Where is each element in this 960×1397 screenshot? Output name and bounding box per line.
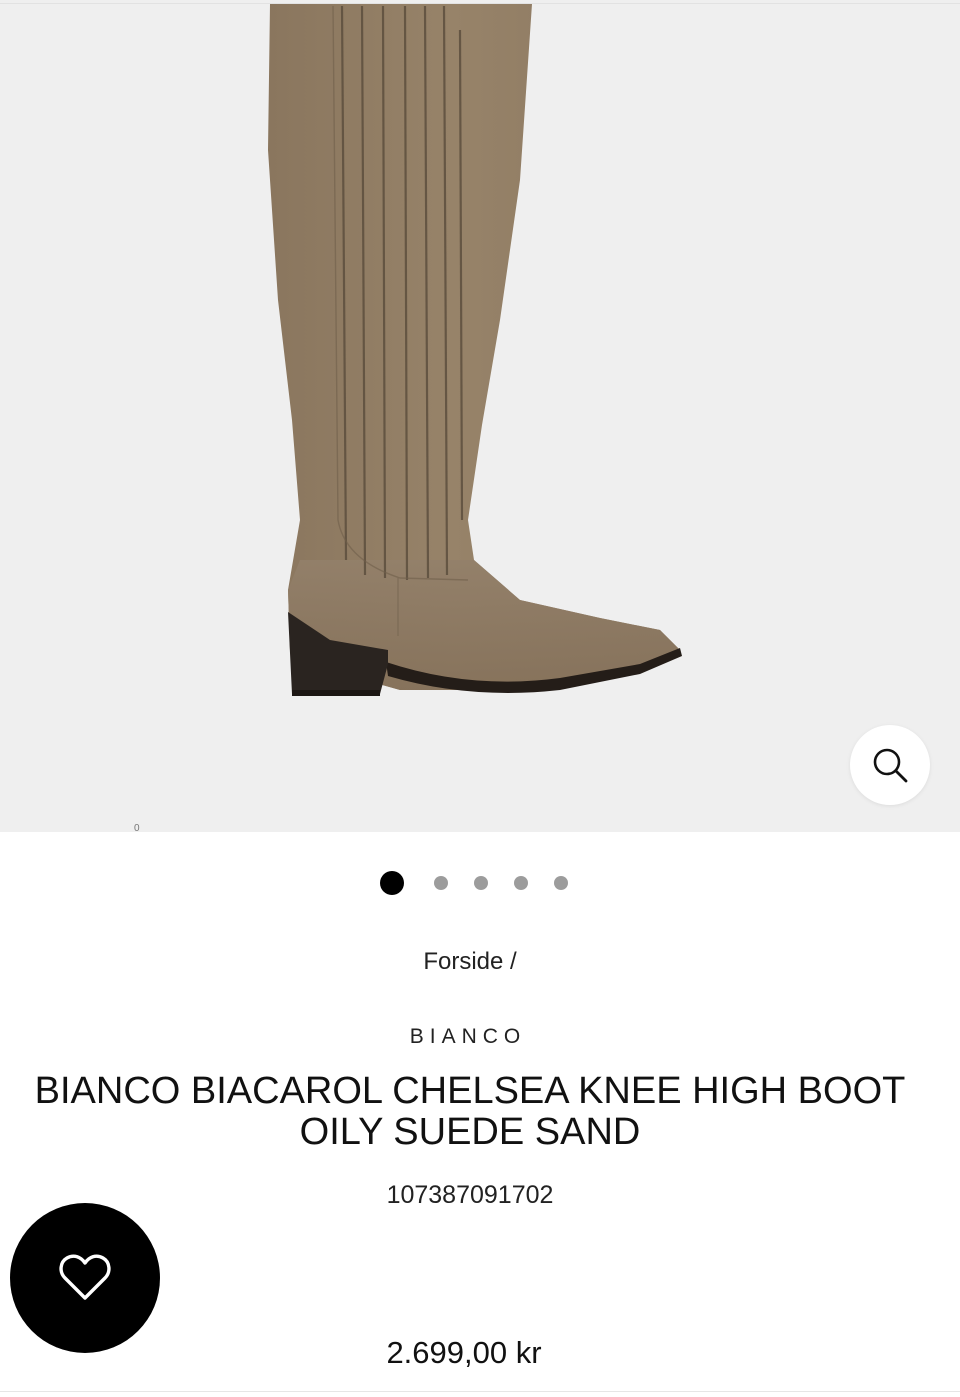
product-title: BIANCO BIACAROL CHELSEA KNEE HIGH BOOT O… <box>34 1070 906 1153</box>
breadcrumb: Forside / <box>0 948 940 976</box>
boot-image <box>268 4 682 696</box>
zoom-button[interactable] <box>850 725 930 805</box>
carousel-dot-5[interactable] <box>553 876 568 890</box>
breadcrumb-home-link[interactable]: Forside <box>423 948 503 975</box>
product-image[interactable] <box>0 0 960 832</box>
carousel-dot-4[interactable] <box>513 876 528 890</box>
carousel-pagination <box>0 870 960 896</box>
breadcrumb-separator: / <box>503 948 517 975</box>
carousel-dot-1[interactable] <box>379 871 404 895</box>
search-icon <box>873 748 908 783</box>
carousel-dot-2[interactable] <box>433 876 448 890</box>
wishlist-button[interactable] <box>10 1203 160 1353</box>
product-price: 2.699,00 kr <box>386 1335 542 1370</box>
bottom-divider <box>0 1391 960 1392</box>
carousel-dot-3[interactable] <box>473 876 488 890</box>
product-sku: 107387091702 <box>386 1181 554 1209</box>
image-mark: 0 <box>134 823 140 834</box>
heart-icon <box>59 1254 111 1300</box>
brand-name: BIANCO <box>409 1025 527 1048</box>
